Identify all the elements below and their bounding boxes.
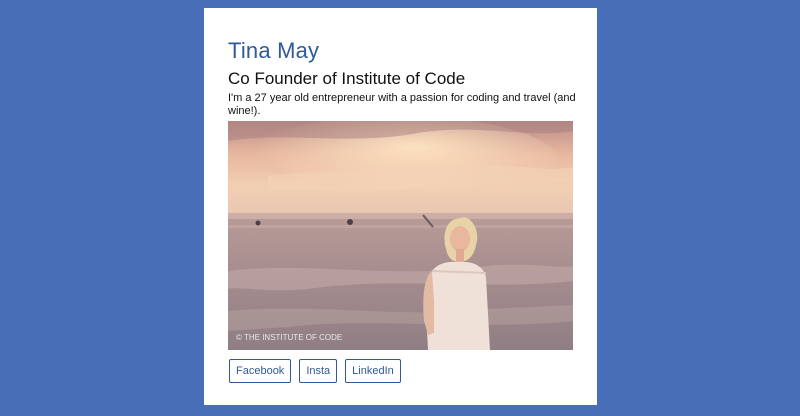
facebook-button[interactable]: Facebook xyxy=(229,359,292,383)
profile-bio: I'm a 27 year old entrepreneur with a pa… xyxy=(228,92,576,117)
photo-watermark: © THE INSTITUTE OF CODE xyxy=(236,333,342,342)
profile-photo: © THE INSTITUTE OF CODE xyxy=(228,121,573,350)
linkedin-button[interactable]: LinkedIn xyxy=(345,359,401,383)
profile-title: Co Founder of Institute of Code xyxy=(228,69,466,88)
insta-button[interactable]: Insta xyxy=(299,359,338,383)
profile-name: Tina May xyxy=(228,38,320,63)
profile-card: Tina May Co Founder of Institute of Code… xyxy=(204,8,597,405)
social-links: Facebook Insta LinkedIn xyxy=(229,359,401,383)
